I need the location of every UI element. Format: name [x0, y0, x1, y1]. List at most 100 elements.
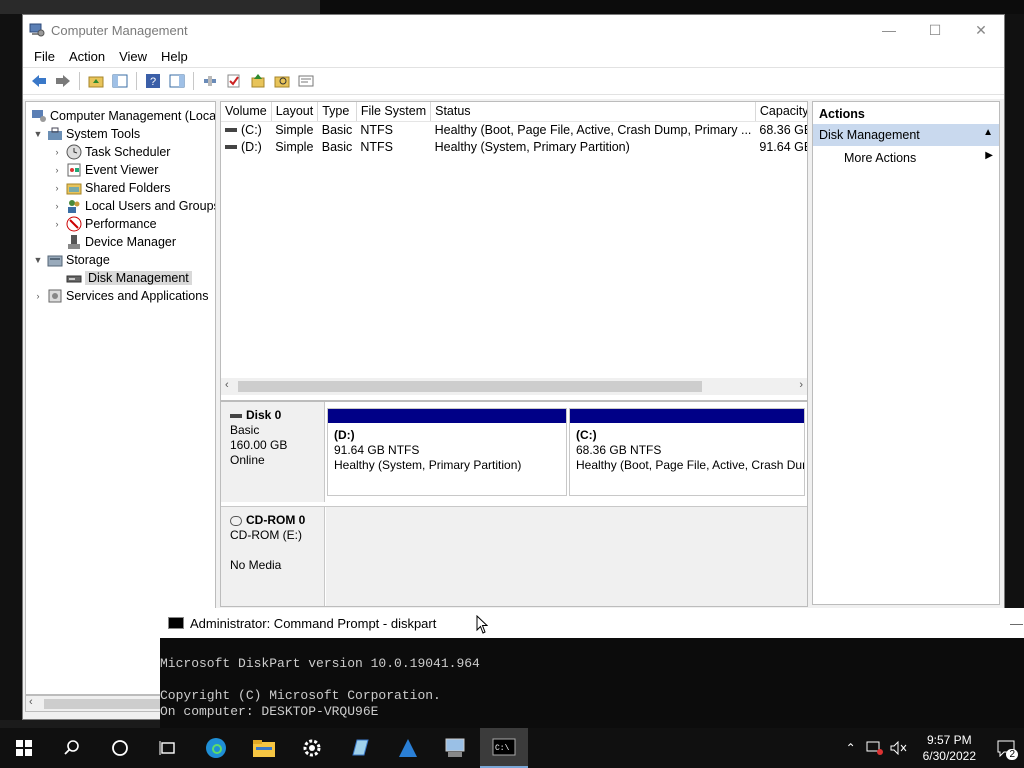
disk-0-label[interactable]: Disk 0 Basic 160.00 GB Online — [221, 402, 325, 502]
table-row[interactable]: (C:) Simple Basic NTFS Healthy (Boot, Pa… — [221, 121, 807, 138]
show-hide-tree-button[interactable] — [110, 71, 130, 91]
disk-0-row[interactable]: Disk 0 Basic 160.00 GB Online (D:) 91.64… — [221, 402, 807, 502]
tree-item-task-scheduler[interactable]: › Task Scheduler — [51, 143, 170, 161]
chevron-right-icon[interactable]: › — [51, 201, 63, 211]
forward-button[interactable] — [53, 71, 73, 91]
volume-icon[interactable] — [887, 741, 911, 755]
computer-management-taskbar-button[interactable] — [432, 728, 480, 768]
check-button[interactable] — [224, 71, 244, 91]
properties-button[interactable] — [296, 71, 316, 91]
chevron-right-icon[interactable]: › — [51, 165, 63, 175]
column-header-status[interactable]: Status — [430, 102, 756, 122]
chevron-down-icon[interactable]: ▼ — [32, 255, 44, 265]
tree-item-shared-folders[interactable]: › Shared Folders — [51, 179, 171, 197]
clock[interactable]: 9:57 PM 6/30/2022 — [911, 732, 988, 764]
action-pane-icon — [169, 74, 185, 88]
console-title-bar[interactable]: Administrator: Command Prompt - diskpart… — [160, 608, 1024, 638]
menu-help[interactable]: Help — [154, 49, 195, 64]
checklist-icon — [227, 74, 240, 88]
tree-item-event-viewer[interactable]: › Event Viewer — [51, 161, 159, 179]
tree-item-services-and-applications[interactable]: › Services and Applications — [32, 287, 209, 305]
tree-item-computer-management[interactable]: Computer Management (Local — [28, 107, 216, 125]
menu-action[interactable]: Action — [62, 49, 112, 64]
tree-label: Task Scheduler — [85, 145, 171, 159]
cortana-circle-icon — [112, 740, 128, 756]
folder-up-icon — [88, 76, 104, 88]
cortana-button[interactable] — [96, 728, 144, 768]
windows-logo-icon — [16, 740, 32, 756]
console-minimize-button[interactable]: — — [1010, 616, 1024, 631]
network-icon[interactable] — [863, 741, 887, 755]
tree-label-selected: Disk Management — [85, 271, 192, 285]
connect-icon — [204, 76, 216, 86]
file-explorer-button[interactable] — [240, 728, 288, 768]
actions-header: Actions — [819, 107, 865, 121]
notepad-button[interactable] — [336, 728, 384, 768]
tree-item-performance[interactable]: › Performance — [51, 215, 157, 233]
speaker-muted-icon — [890, 741, 906, 755]
scrollbar-thumb[interactable] — [238, 381, 702, 392]
help-button[interactable]: ? — [143, 71, 163, 91]
scroll-left-icon[interactable]: ‹ — [29, 696, 33, 708]
tree-item-system-tools[interactable]: ▼ System Tools — [32, 125, 141, 143]
actions-section-disk-management[interactable]: Disk Management ▲ — [813, 124, 999, 146]
back-button[interactable] — [29, 71, 49, 91]
properties-icon — [298, 75, 314, 87]
task-view-button[interactable] — [144, 728, 192, 768]
menu-view[interactable]: View — [112, 49, 154, 64]
volume-name: (D:) — [241, 139, 262, 154]
column-header-volume[interactable]: Volume — [221, 102, 272, 122]
app-button[interactable] — [384, 728, 432, 768]
find-button[interactable] — [272, 71, 292, 91]
minimize-button[interactable]: — — [866, 15, 912, 45]
action-center-button[interactable]: 2 — [988, 739, 1024, 760]
chevron-down-icon[interactable]: ▼ — [32, 129, 44, 139]
tree-item-disk-management[interactable]: Disk Management — [63, 269, 192, 287]
scroll-left-icon[interactable]: ‹ — [225, 379, 229, 391]
collapse-up-icon[interactable]: ▲ — [983, 127, 993, 138]
settings-button[interactable] — [288, 728, 336, 768]
chevron-right-icon[interactable]: › — [32, 291, 44, 301]
edge-button[interactable] — [192, 728, 240, 768]
cdrom-0-label[interactable]: CD-ROM 0 CD-ROM (E:) No Media — [221, 507, 325, 606]
chevron-right-icon[interactable]: › — [51, 147, 63, 157]
menu-file[interactable]: File — [27, 49, 62, 64]
tree-item-storage[interactable]: ▼ Storage — [32, 251, 110, 269]
maximize-button[interactable]: ☐ — [912, 15, 958, 45]
console-tree-icon — [112, 74, 128, 88]
connect-button[interactable] — [200, 71, 220, 91]
console-output[interactable]: Microsoft DiskPart version 10.0.19041.96… — [160, 638, 1024, 720]
action-pane-button[interactable] — [167, 71, 187, 91]
help-icon: ? — [146, 74, 160, 88]
column-header-layout[interactable]: Layout — [271, 102, 319, 122]
tree-label: Computer Management (Local — [50, 109, 216, 123]
show-hidden-icons-chevron-up-icon[interactable]: ⌃ — [839, 741, 863, 755]
column-header-capacity[interactable]: Capacity — [755, 102, 807, 122]
tree-item-device-manager[interactable]: Device Manager — [63, 233, 176, 251]
cdrom-0-row[interactable]: CD-ROM 0 CD-ROM (E:) No Media — [221, 506, 807, 606]
tree-label: Event Viewer — [85, 163, 159, 177]
up-level-button[interactable] — [86, 71, 106, 91]
layout-cell: Simple — [275, 122, 314, 137]
column-header-file-system[interactable]: File System — [356, 102, 432, 122]
title-bar[interactable]: Computer Management — ☐ ✕ — [23, 15, 1004, 45]
volume-horizontal-scrollbar[interactable]: ‹ › — [221, 378, 807, 395]
tree-label: Services and Applications — [66, 289, 209, 303]
console-tree: Computer Management (Local ▼ System Tool… — [25, 101, 216, 695]
tree-item-local-users-and-groups[interactable]: › Local Users and Groups — [51, 197, 215, 215]
chevron-right-icon[interactable]: › — [51, 183, 63, 193]
close-button[interactable]: ✕ — [958, 15, 1004, 45]
export-button[interactable] — [248, 71, 268, 91]
table-row[interactable]: (D:) Simple Basic NTFS Healthy (System, … — [221, 138, 807, 155]
partition-c[interactable]: (C:) 68.36 GB NTFS Healthy (Boot, Page F… — [569, 408, 805, 496]
menu-bar: File Action View Help — [23, 45, 1004, 67]
column-header-type[interactable]: Type — [317, 102, 357, 122]
more-actions-item[interactable]: More Actions ▶ — [813, 146, 999, 168]
chevron-right-icon[interactable]: › — [51, 219, 63, 229]
start-button[interactable] — [0, 728, 48, 768]
command-prompt-taskbar-button[interactable]: C:\ — [480, 728, 528, 768]
event-viewer-icon — [67, 163, 81, 177]
partition-d[interactable]: (D:) 91.64 GB NTFS Healthy (System, Prim… — [327, 408, 567, 496]
scroll-right-icon[interactable]: › — [799, 379, 803, 391]
search-button[interactable] — [48, 728, 96, 768]
